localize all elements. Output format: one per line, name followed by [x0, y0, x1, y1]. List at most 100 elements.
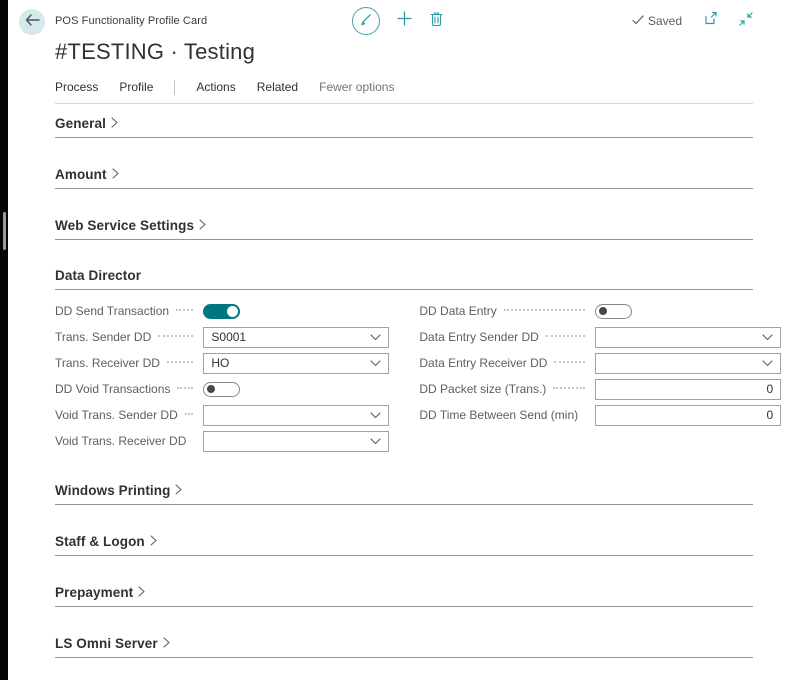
delete-button[interactable]	[429, 11, 444, 32]
dotted-leader	[158, 335, 193, 337]
left-edge-panel	[0, 0, 8, 680]
field-row-void-trans-receiver-dd: Void Trans. Receiver DD	[55, 428, 389, 454]
field-control-void-trans-receiver-dd	[203, 431, 389, 452]
section-header-amount[interactable]: Amount	[55, 166, 753, 189]
field-label-trans-receiver-dd: Trans. Receiver DD	[55, 356, 160, 370]
expand-chevron-icon	[163, 636, 170, 652]
tab-profile[interactable]: Profile	[119, 80, 153, 95]
tab-fewer-options[interactable]: Fewer options	[319, 80, 394, 95]
section-header-windows-printing[interactable]: Windows Printing	[55, 482, 753, 505]
dotted-leader	[504, 309, 585, 311]
data-director-fields: DD Send Transaction Trans. Sender DD S0001…	[55, 298, 753, 454]
save-status: Saved	[632, 14, 682, 28]
tab-process[interactable]: Process	[55, 80, 98, 95]
field-label-dd-time-between-send-min: DD Time Between Send (min)	[419, 408, 578, 422]
section-prepayment: Prepayment	[55, 584, 753, 607]
plus-icon	[397, 11, 412, 31]
dotted-leader	[546, 335, 585, 337]
dd-send-transaction-toggle[interactable]	[203, 304, 240, 319]
expand-chevron-icon	[138, 585, 145, 601]
toggle-knob	[599, 307, 607, 315]
field-row-data-entry-receiver-dd: Data Entry Receiver DD	[419, 350, 781, 376]
dd-packet-size-trans-value: 0	[766, 382, 773, 396]
action-tabs: Process Profile Actions Related Fewer option…	[55, 80, 753, 104]
section-header-web-service-settings[interactable]: Web Service Settings	[55, 217, 753, 240]
data-entry-receiver-dd-dropdown[interactable]	[595, 353, 781, 374]
chevron-down-icon	[370, 328, 381, 346]
field-label-trans-sender-dd: Trans. Sender DD	[55, 330, 151, 344]
field-label-data-entry-sender-dd: Data Entry Sender DD	[419, 330, 538, 344]
section-header-general[interactable]: General	[55, 115, 753, 138]
field-label-dd-packet-size-trans: DD Packet size (Trans.)	[419, 382, 546, 396]
field-row-dd-void-transactions: DD Void Transactions	[55, 376, 389, 402]
collapse-arrows-icon	[739, 12, 753, 31]
dd-time-between-send-min-input[interactable]: 0	[595, 405, 781, 426]
field-label-data-entry-receiver-dd: Data Entry Receiver DD	[419, 356, 547, 370]
tab-related[interactable]: Related	[257, 80, 298, 95]
field-row-dd-send-transaction: DD Send Transaction	[55, 298, 389, 324]
scrollbar-thumb[interactable]	[3, 212, 6, 250]
section-title-web-service-settings: Web Service Settings	[55, 218, 194, 234]
field-row-dd-data-entry: DD Data Entry	[419, 298, 781, 324]
toggle-knob	[207, 385, 215, 393]
dotted-leader	[553, 387, 585, 389]
field-row-data-entry-sender-dd: Data Entry Sender DD	[419, 324, 781, 350]
field-control-dd-packet-size-trans: 0	[595, 379, 781, 400]
edit-button[interactable]	[352, 7, 380, 35]
back-arrow-icon	[25, 13, 40, 31]
open-in-new-window-button[interactable]	[703, 11, 718, 31]
section-general: General	[55, 115, 753, 138]
chevron-down-icon	[370, 354, 381, 372]
trans-sender-dd-value: S0001	[211, 330, 370, 344]
section-title-prepayment: Prepayment	[55, 585, 133, 601]
field-row-dd-time-between-send-min: DD Time Between Send (min) 0	[419, 402, 781, 428]
tab-actions[interactable]: Actions	[196, 80, 235, 95]
section-header-staff-logon[interactable]: Staff & Logon	[55, 533, 753, 556]
trash-icon	[429, 11, 444, 32]
section-header-prepayment[interactable]: Prepayment	[55, 584, 753, 607]
field-control-dd-void-transactions	[203, 382, 389, 397]
chevron-down-icon	[762, 328, 773, 346]
page-title: #TESTING · Testing	[55, 38, 753, 66]
trans-receiver-dd-dropdown[interactable]: HO	[203, 353, 389, 374]
chevron-down-icon	[370, 406, 381, 424]
section-amount: Amount	[55, 166, 753, 189]
section-header-data-director[interactable]: Data Director	[55, 268, 753, 290]
dotted-leader	[185, 413, 194, 415]
section-windows-printing: Windows Printing	[55, 482, 753, 505]
dotted-leader	[176, 309, 193, 311]
breadcrumb[interactable]: POS Functionality Profile Card	[55, 15, 207, 27]
section-title-amount: Amount	[55, 167, 107, 183]
field-label-dd-data-entry: DD Data Entry	[419, 304, 496, 318]
data-director-column-2: DD Data Entry Data Entry Sender DD Data En…	[419, 298, 781, 454]
expand-chevron-icon	[199, 218, 206, 234]
field-label-dd-void-transactions: DD Void Transactions	[55, 382, 170, 396]
toggle-knob	[227, 306, 238, 317]
new-button[interactable]	[397, 11, 412, 31]
focus-mode-button[interactable]	[739, 12, 753, 31]
pos-functionality-profile-card-page: POS Functionality Profile Card	[8, 0, 800, 680]
chevron-down-icon	[370, 432, 381, 450]
field-control-dd-time-between-send-min: 0	[595, 405, 781, 426]
dd-data-entry-toggle[interactable]	[595, 304, 632, 319]
void-trans-sender-dd-dropdown[interactable]	[203, 405, 389, 426]
back-button[interactable]	[19, 9, 45, 35]
void-trans-receiver-dd-dropdown[interactable]	[203, 431, 389, 452]
expand-chevron-icon	[175, 483, 182, 499]
card-sections: General Amount Web Service Settings Data Di…	[55, 115, 753, 658]
data-director-column-1: DD Send Transaction Trans. Sender DD S0001…	[55, 298, 389, 454]
section-header-ls-omni-server[interactable]: LS Omni Server	[55, 635, 753, 658]
field-control-void-trans-sender-dd	[203, 405, 389, 426]
data-entry-sender-dd-dropdown[interactable]	[595, 327, 781, 348]
dd-void-transactions-toggle[interactable]	[203, 382, 240, 397]
dd-packet-size-trans-input[interactable]: 0	[595, 379, 781, 400]
section-title-ls-omni-server: LS Omni Server	[55, 636, 158, 652]
expand-chevron-icon	[150, 534, 157, 550]
app-window: POS Functionality Profile Card	[0, 0, 800, 680]
trans-sender-dd-dropdown[interactable]: S0001	[203, 327, 389, 348]
field-row-trans-receiver-dd: Trans. Receiver DD HO	[55, 350, 389, 376]
section-web-service-settings: Web Service Settings	[55, 217, 753, 240]
section-title-general: General	[55, 116, 106, 132]
expand-chevron-icon	[111, 116, 118, 132]
tab-divider	[174, 80, 175, 95]
